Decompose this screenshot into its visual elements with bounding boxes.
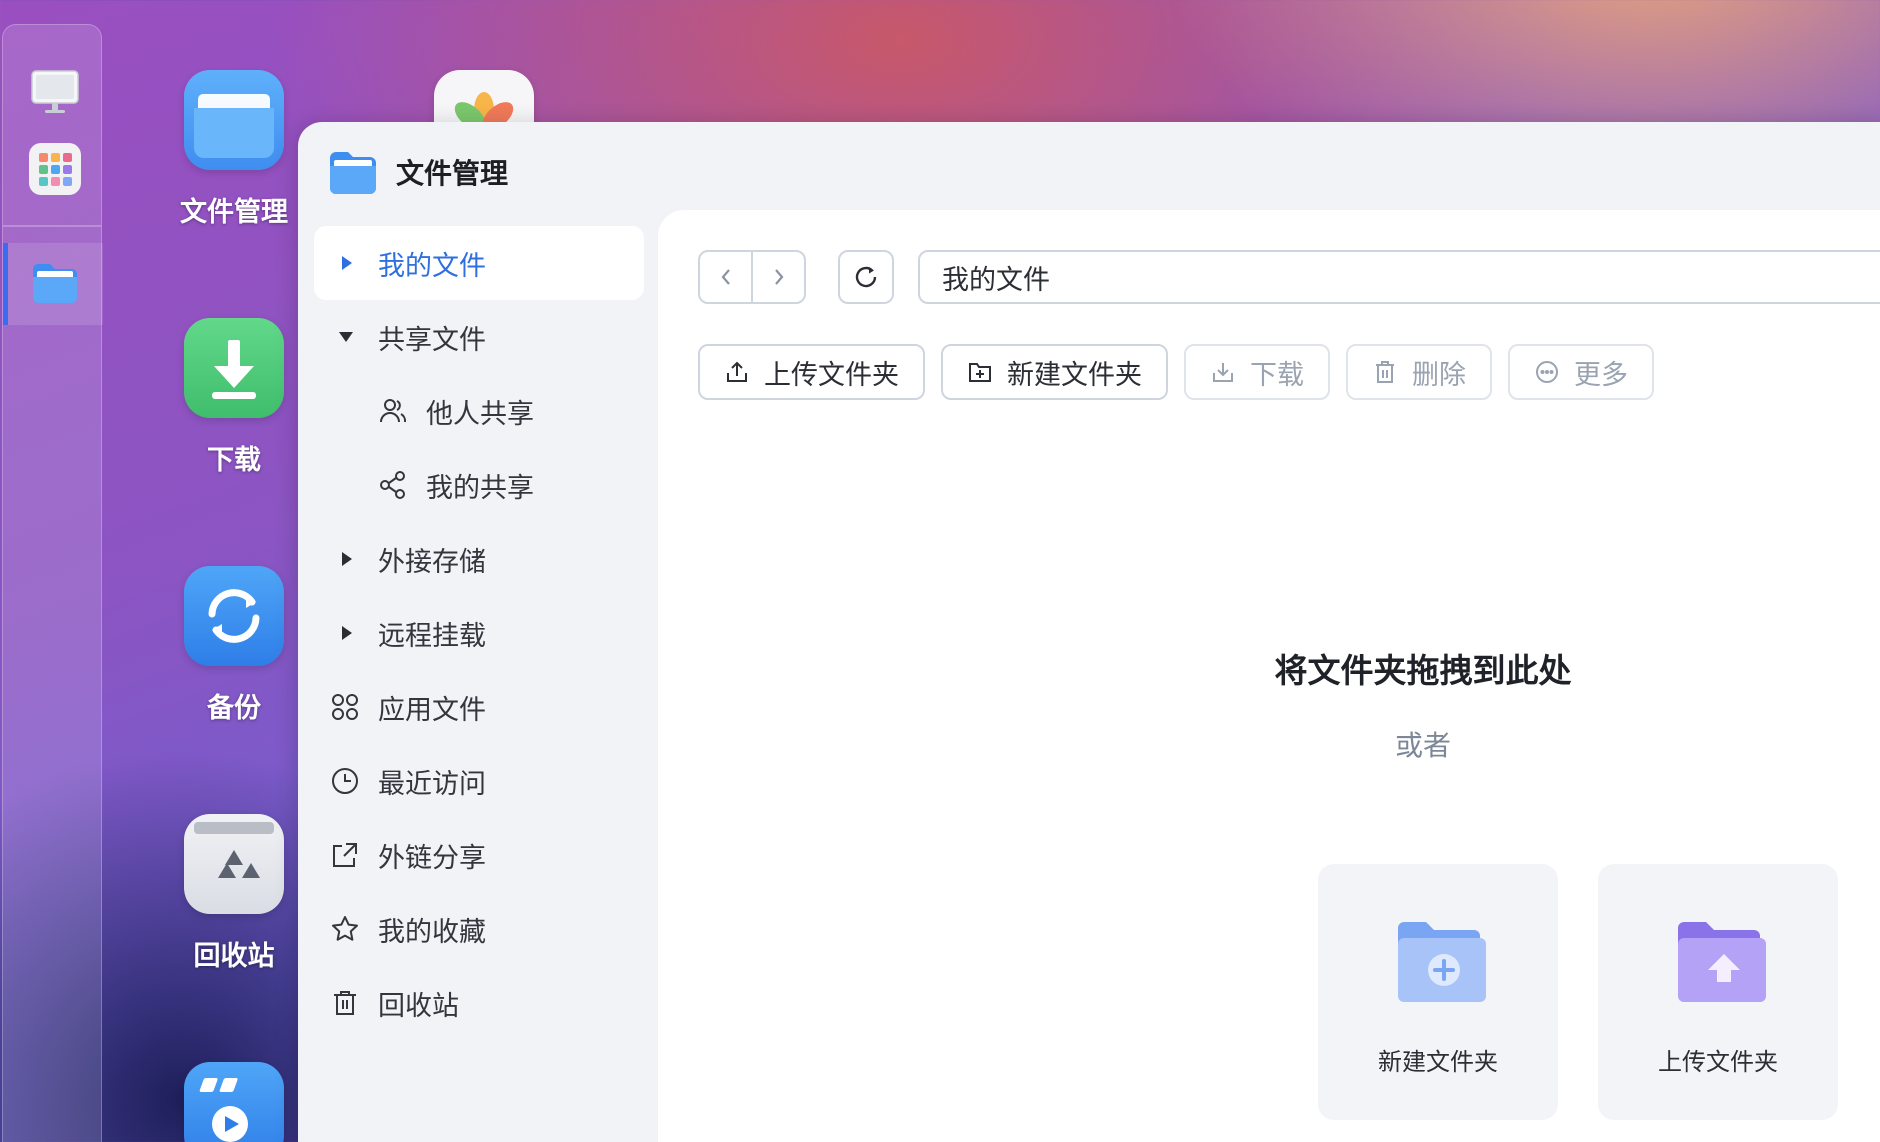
star-icon: [330, 914, 360, 944]
video-player-icon: [184, 1062, 284, 1142]
sidebar-item-link-share[interactable]: 外链分享: [314, 818, 644, 892]
folder-plus-icon: [1392, 920, 1488, 1006]
sidebar-item-favorites[interactable]: 我的收藏: [314, 892, 644, 966]
chevron-left-icon: [721, 269, 730, 285]
sidebar-item-label: 最近访问: [378, 768, 486, 800]
download-icon: [1213, 363, 1233, 382]
caret-right-icon: [342, 552, 352, 566]
download-button[interactable]: 下载: [1184, 344, 1330, 400]
dock: [2, 24, 103, 1142]
app-grid-icon[interactable]: [29, 143, 81, 195]
caret-right-icon: [342, 256, 352, 270]
sidebar-item-external-storage[interactable]: 外接存储: [314, 522, 644, 596]
sidebar: 我的文件 共享文件 他人共享 我的共享 外接存储 远程挂载 应用文件 最近访问 …: [314, 226, 644, 1040]
share-icon: [378, 470, 408, 500]
delete-label: 删除: [1412, 359, 1466, 391]
sidebar-item-label: 回收站: [378, 990, 459, 1022]
main-content: 我的文件 上传文件夹 新建文件夹 下载 删除 更多 将文件夹拖拽到此处 或者 新…: [658, 210, 1880, 1142]
more-icon: [1536, 361, 1558, 383]
sidebar-item-label: 我的共享: [426, 472, 534, 504]
folder-upload-icon: [1672, 920, 1768, 1006]
upload-folder-card-label: 上传文件夹: [1658, 1048, 1778, 1076]
download-icon: [184, 318, 284, 418]
new-folder-card-label: 新建文件夹: [1378, 1048, 1498, 1076]
caret-down-icon: [339, 332, 353, 342]
new-folder-icon: [969, 363, 991, 382]
sidebar-item-label: 外链分享: [378, 842, 486, 874]
history-nav: [698, 250, 806, 304]
sidebar-item-label: 外接存储: [378, 546, 486, 578]
download-label: 下载: [1250, 359, 1304, 391]
sidebar-item-my-files[interactable]: 我的文件: [314, 226, 644, 300]
sidebar-item-app-files[interactable]: 应用文件: [314, 670, 644, 744]
refresh-button[interactable]: [838, 250, 894, 304]
trash-icon: [1376, 361, 1394, 383]
new-folder-button[interactable]: 新建文件夹: [941, 344, 1168, 400]
caret-right-icon: [342, 626, 352, 640]
new-folder-label: 新建文件夹: [1007, 359, 1142, 391]
upload-icon: [727, 361, 747, 382]
desktop-video-player[interactable]: [174, 1062, 294, 1142]
desktop-backup[interactable]: 备份: [174, 566, 294, 725]
sidebar-item-recent[interactable]: 最近访问: [314, 744, 644, 818]
sidebar-item-label: 我的文件: [378, 250, 486, 282]
sidebar-item-label: 远程挂载: [378, 620, 486, 652]
sidebar-item-label: 我的收藏: [378, 916, 486, 948]
desktop-icon-label: 文件管理: [180, 197, 288, 228]
sidebar-item-label: 他人共享: [426, 398, 534, 430]
window-title: 文件管理: [396, 157, 509, 190]
path-text: 我的文件: [942, 264, 1050, 296]
delete-button[interactable]: 删除: [1346, 344, 1492, 400]
upload-folder-button[interactable]: 上传文件夹: [698, 344, 925, 400]
sidebar-item-label: 共享文件: [378, 324, 486, 356]
drop-zone-title: 将文件夹拖拽到此处: [1274, 651, 1572, 690]
folder-icon: [184, 70, 284, 170]
desktop-monitor-icon[interactable]: [29, 65, 81, 117]
sidebar-item-my-shares[interactable]: 我的共享: [314, 448, 644, 522]
desktop-file-manager[interactable]: 文件管理: [174, 70, 294, 229]
backup-sync-icon: [184, 566, 284, 666]
dock-divider: [3, 225, 101, 227]
desktop-icon-label: 回收站: [193, 941, 275, 972]
sidebar-item-shared-files[interactable]: 共享文件: [314, 300, 644, 374]
back-button[interactable]: [700, 252, 751, 302]
refresh-icon: [855, 266, 877, 288]
desktop-icon-label: 备份: [207, 693, 261, 724]
new-folder-card[interactable]: 新建文件夹: [1318, 864, 1558, 1120]
sidebar-item-shared-by-others[interactable]: 他人共享: [314, 374, 644, 448]
drop-zone-or: 或者: [1394, 729, 1451, 762]
recycle-bin-icon: [184, 814, 284, 914]
users-icon: [378, 396, 408, 426]
upload-folder-card[interactable]: 上传文件夹: [1598, 864, 1838, 1120]
file-manager-window: 文件管理 我的文件 共享文件 他人共享 我的共享 外接存储 远程挂载 应用文件 …: [298, 122, 1880, 1142]
upload-folder-label: 上传文件夹: [764, 359, 899, 391]
chevron-right-icon: [774, 269, 783, 285]
sidebar-item-trash[interactable]: 回收站: [314, 966, 644, 1040]
desktop-download[interactable]: 下载: [174, 318, 294, 477]
forward-button[interactable]: [751, 252, 804, 302]
external-share-icon: [330, 840, 360, 870]
desktop-recycle-bin[interactable]: 回收站: [174, 814, 294, 973]
sidebar-item-label: 应用文件: [378, 694, 486, 726]
window-title-bar: 文件管理: [328, 142, 508, 202]
trash-icon: [330, 988, 360, 1018]
desktop-icon-label: 下载: [207, 445, 261, 476]
more-label: 更多: [1574, 359, 1628, 391]
folder-icon: [328, 148, 378, 196]
apps-icon: [330, 692, 360, 722]
folder-icon[interactable]: [29, 257, 81, 309]
clock-icon: [330, 766, 360, 796]
sidebar-item-remote-mount[interactable]: 远程挂载: [314, 596, 644, 670]
path-bar[interactable]: 我的文件: [918, 250, 1880, 304]
toolbar: 上传文件夹 新建文件夹 下载 删除 更多: [698, 344, 1654, 400]
more-button[interactable]: 更多: [1508, 344, 1654, 400]
